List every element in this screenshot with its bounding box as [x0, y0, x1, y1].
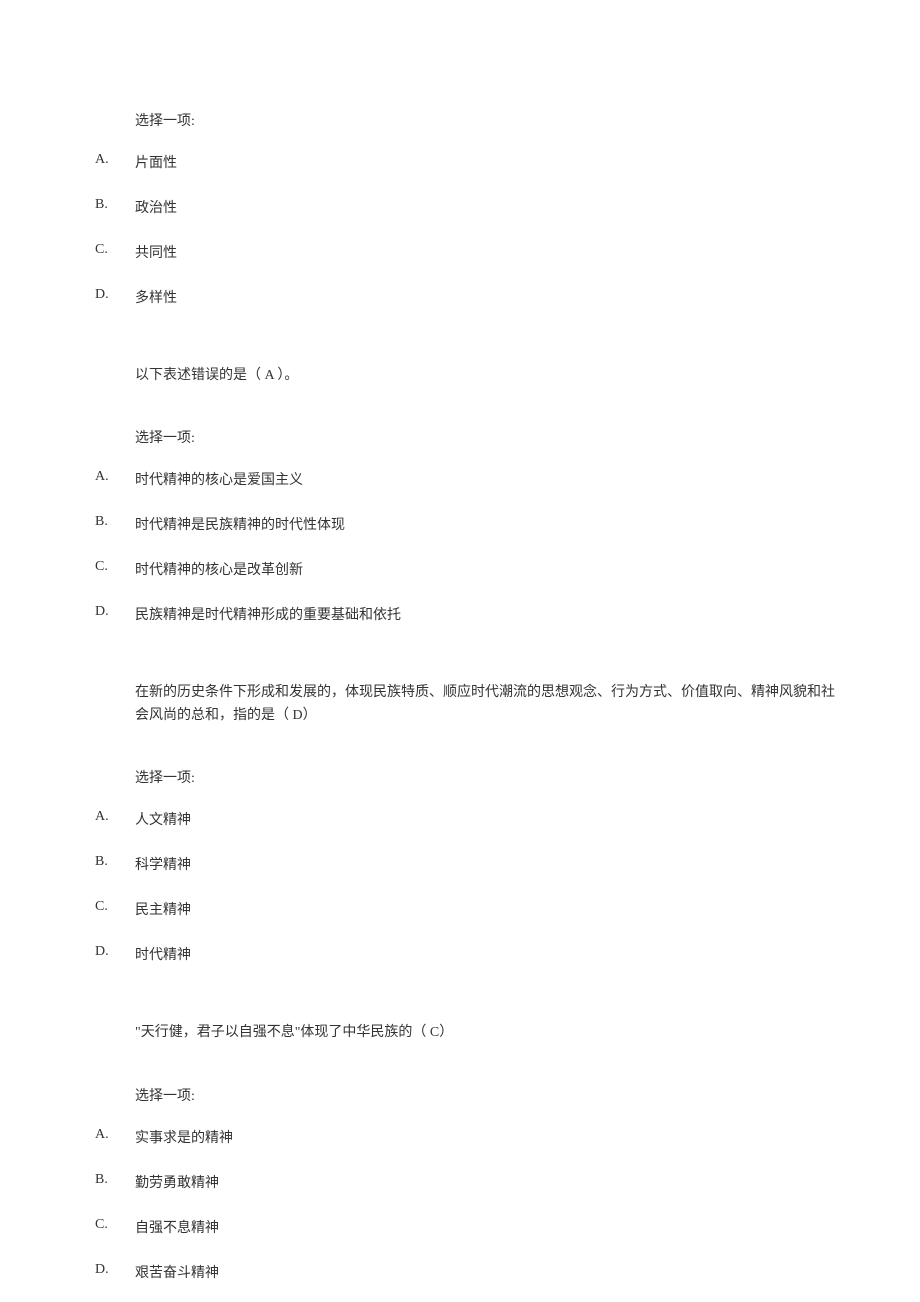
- option-b: B. 政治性: [95, 197, 840, 217]
- option-label: D.: [95, 604, 135, 624]
- option-text: 自强不息精神: [135, 1217, 840, 1237]
- option-c: C. 民主精神: [95, 899, 840, 919]
- option-text: 民族精神是时代精神形成的重要基础和依托: [135, 604, 840, 624]
- option-label: A.: [95, 152, 135, 172]
- option-b: B. 时代精神是民族精神的时代性体现: [95, 514, 840, 534]
- option-label: D.: [95, 944, 135, 964]
- option-c: C. 时代精神的核心是改革创新: [95, 559, 840, 579]
- option-a: A. 片面性: [95, 152, 840, 172]
- option-b: B. 科学精神: [95, 854, 840, 874]
- question-text: 以下表述错误的是（ A ）。: [135, 365, 840, 387]
- option-text: 时代精神的核心是改革创新: [135, 559, 840, 579]
- question-block-1: 选择一项: A. 片面性 B. 政治性 C. 共同性 D. 多样性: [95, 110, 840, 307]
- option-text: 实事求是的精神: [135, 1127, 840, 1147]
- option-text: 勤劳勇敢精神: [135, 1172, 840, 1192]
- option-a: A. 人文精神: [95, 809, 840, 829]
- option-label: B.: [95, 197, 135, 217]
- option-text: 人文精神: [135, 809, 840, 829]
- option-c: C. 共同性: [95, 242, 840, 262]
- option-label: A.: [95, 809, 135, 829]
- question-block-4: "天行健，君子以自强不息"体现了中华民族的（ C） 选择一项: A. 实事求是的…: [95, 1022, 840, 1281]
- option-label: C.: [95, 242, 135, 262]
- option-label: D.: [95, 1262, 135, 1282]
- option-text: 多样性: [135, 287, 840, 307]
- option-text: 时代精神是民族精神的时代性体现: [135, 514, 840, 534]
- option-text: 政治性: [135, 197, 840, 217]
- option-label: B.: [95, 514, 135, 534]
- option-label: B.: [95, 854, 135, 874]
- question-text: "天行健，君子以自强不息"体现了中华民族的（ C）: [135, 1022, 840, 1044]
- question-block-3: 在新的历史条件下形成和发展的，体现民族特质、顺应时代潮流的思想观念、行为方式、价…: [95, 682, 840, 964]
- question-text: 在新的历史条件下形成和发展的，体现民族特质、顺应时代潮流的思想观念、行为方式、价…: [135, 682, 840, 727]
- option-a: A. 时代精神的核心是爱国主义: [95, 469, 840, 489]
- option-c: C. 自强不息精神: [95, 1217, 840, 1237]
- option-label: A.: [95, 469, 135, 489]
- select-prompt: 选择一项:: [135, 767, 840, 787]
- option-text: 科学精神: [135, 854, 840, 874]
- question-block-2: 以下表述错误的是（ A ）。 选择一项: A. 时代精神的核心是爱国主义 B. …: [95, 365, 840, 624]
- option-text: 民主精神: [135, 899, 840, 919]
- option-label: C.: [95, 899, 135, 919]
- select-prompt: 选择一项:: [135, 427, 840, 447]
- option-text: 时代精神: [135, 944, 840, 964]
- select-prompt: 选择一项:: [135, 110, 840, 130]
- option-d: D. 民族精神是时代精神形成的重要基础和依托: [95, 604, 840, 624]
- option-a: A. 实事求是的精神: [95, 1127, 840, 1147]
- option-text: 共同性: [135, 242, 840, 262]
- option-label: D.: [95, 287, 135, 307]
- option-label: B.: [95, 1172, 135, 1192]
- option-label: C.: [95, 1217, 135, 1237]
- option-text: 片面性: [135, 152, 840, 172]
- option-label: C.: [95, 559, 135, 579]
- select-prompt: 选择一项:: [135, 1085, 840, 1105]
- option-label: A.: [95, 1127, 135, 1147]
- option-text: 时代精神的核心是爱国主义: [135, 469, 840, 489]
- option-d: D. 多样性: [95, 287, 840, 307]
- option-text: 艰苦奋斗精神: [135, 1262, 840, 1282]
- option-b: B. 勤劳勇敢精神: [95, 1172, 840, 1192]
- option-d: D. 艰苦奋斗精神: [95, 1262, 840, 1282]
- option-d: D. 时代精神: [95, 944, 840, 964]
